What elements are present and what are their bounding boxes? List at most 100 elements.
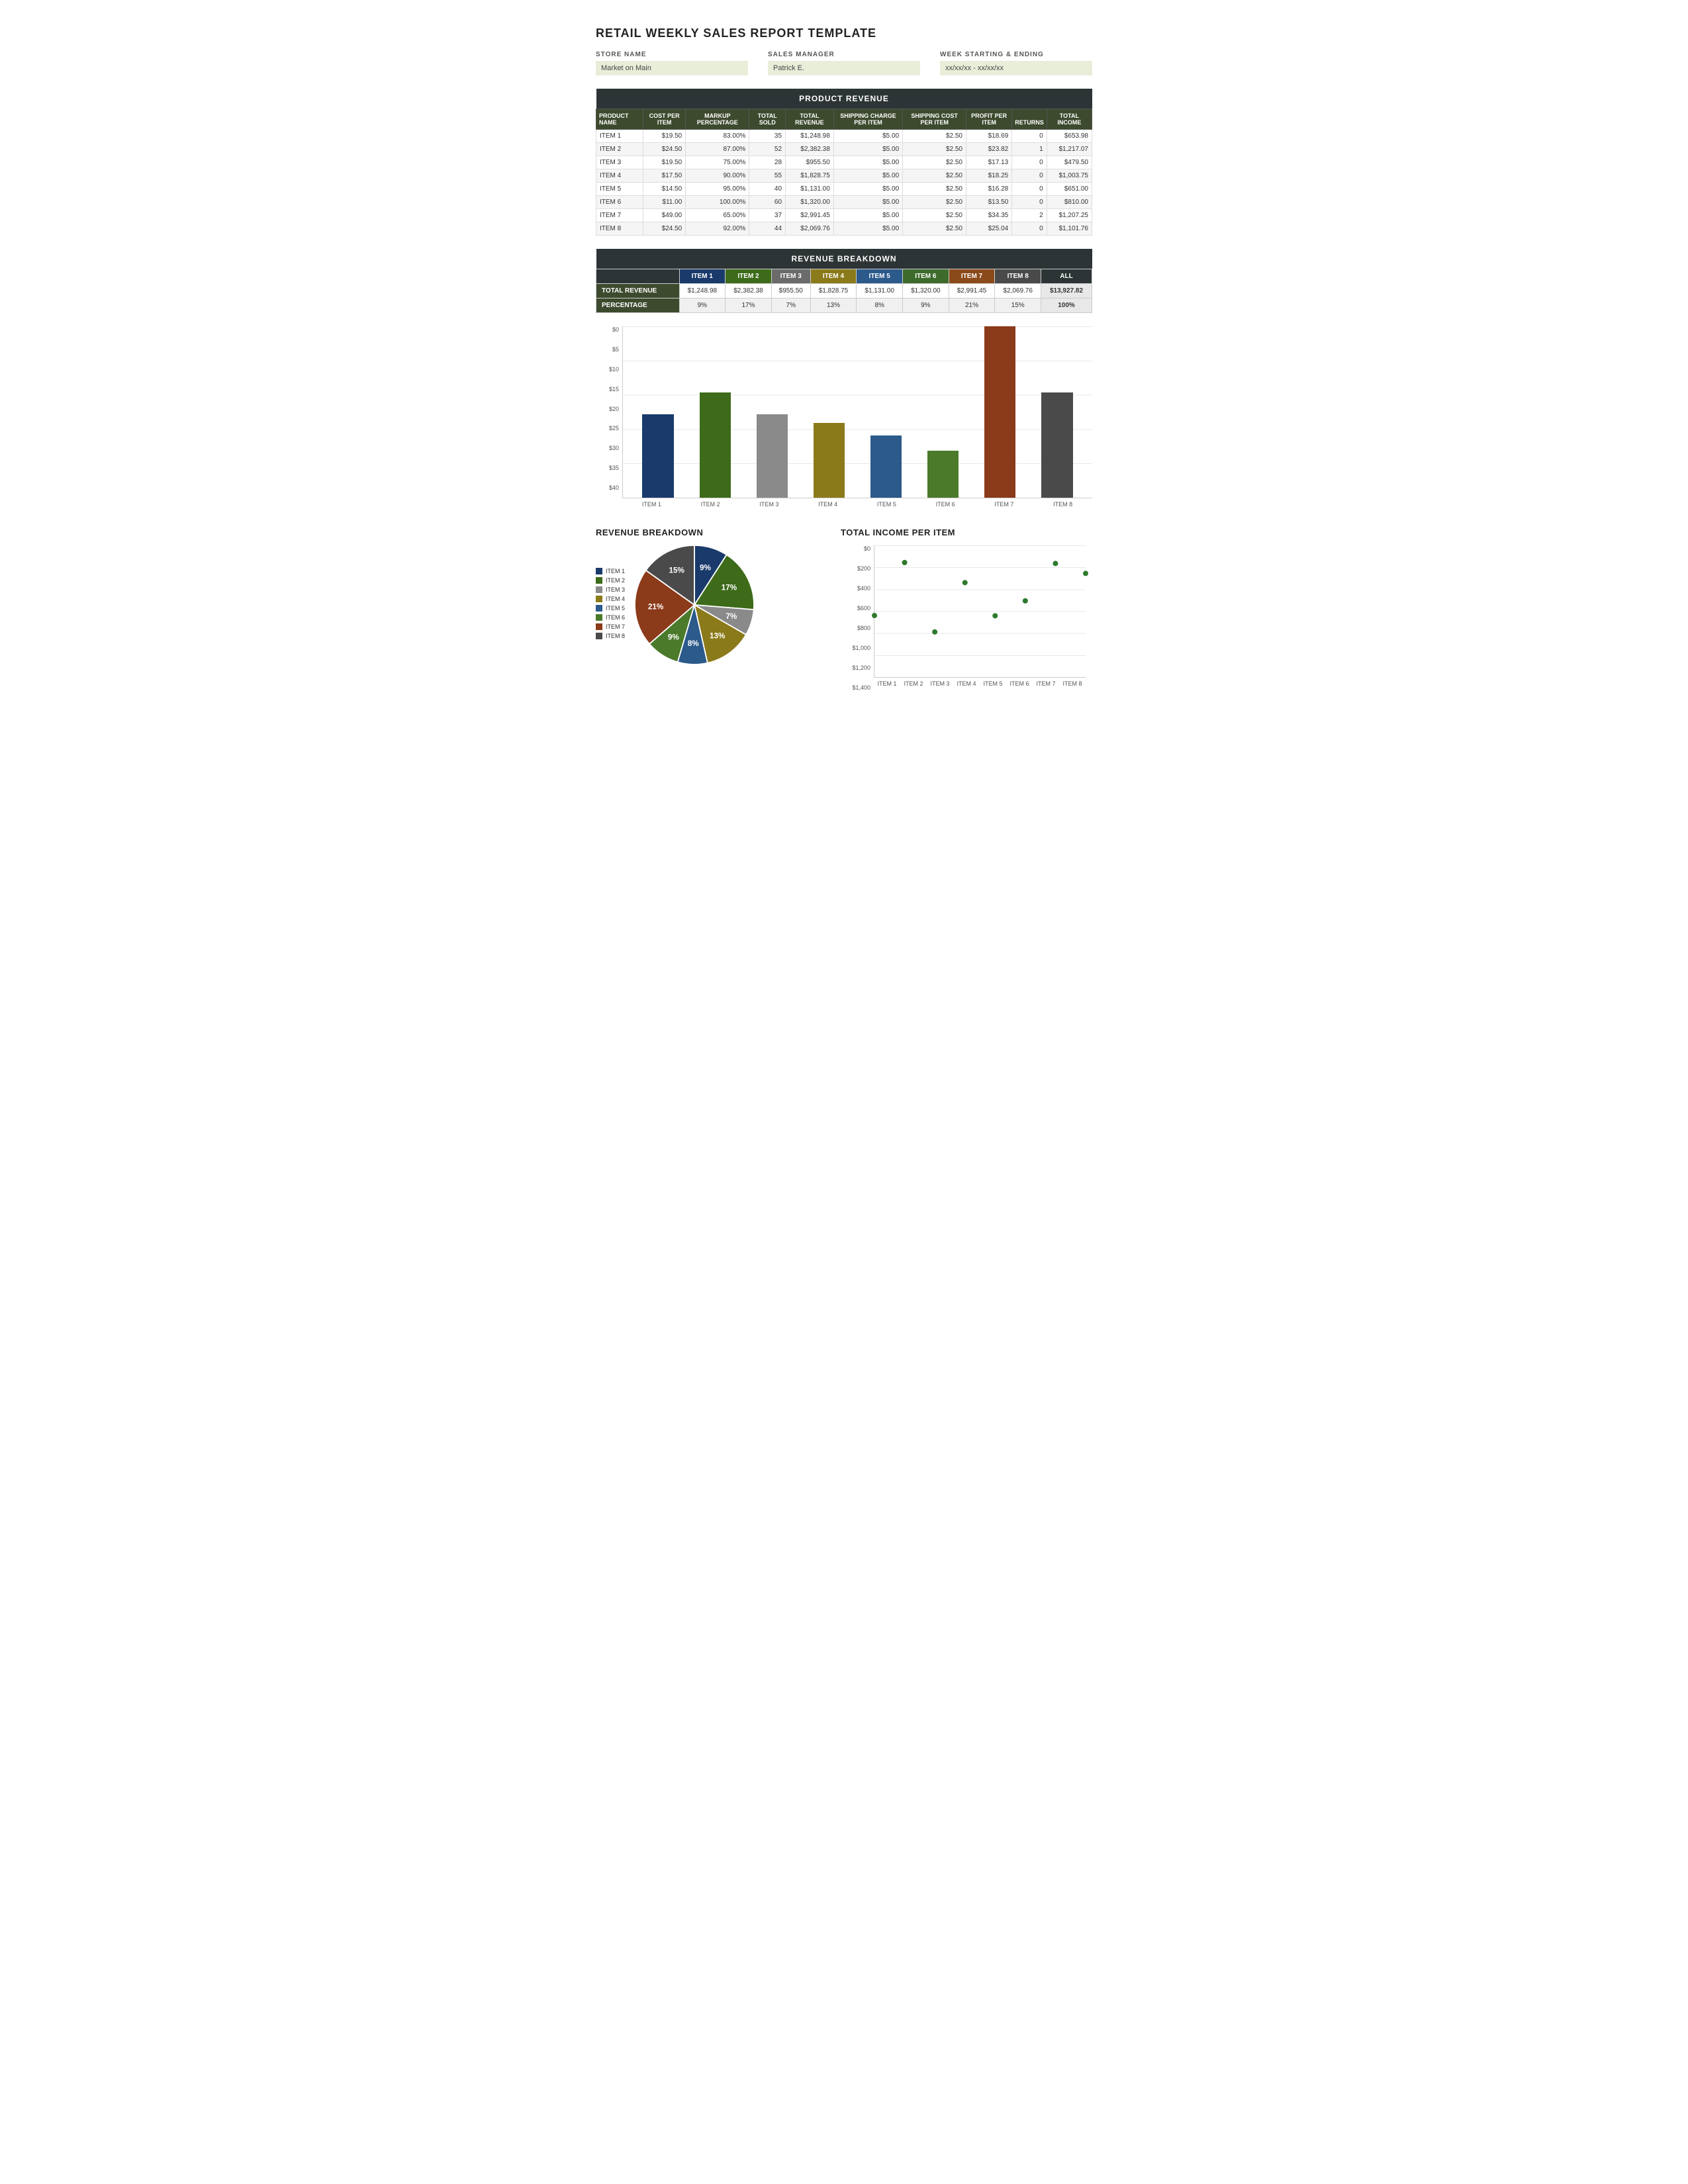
bar-group <box>972 326 1029 498</box>
bar-y-label: $40 <box>596 484 622 491</box>
line-x-label: ITEM 8 <box>1059 678 1086 687</box>
pie-label: 9% <box>700 563 712 572</box>
bar-x-label: ITEM 8 <box>1033 498 1092 508</box>
revenue-breakdown-table: REVENUE BREAKDOWNITEM 1ITEM 2ITEM 3ITEM … <box>596 249 1092 313</box>
cell-1-7: $23.82 <box>966 143 1012 156</box>
bar <box>870 435 902 498</box>
cell-1-8: 1 <box>1012 143 1047 156</box>
cell-2-3: 28 <box>749 156 786 169</box>
bar-group <box>915 326 972 498</box>
line-dot <box>1053 561 1058 566</box>
cell-1-2: 87.00% <box>686 143 749 156</box>
cell-3-1: $17.50 <box>643 169 686 183</box>
cell-6-7: $34.35 <box>966 209 1012 222</box>
revenue-val-0: $1,248.98 <box>679 284 726 298</box>
legend-item: ITEM 4 <box>596 596 625 602</box>
pct-val-4: 8% <box>857 298 903 313</box>
cell-7-3: 44 <box>749 222 786 236</box>
legend-label: ITEM 5 <box>606 605 625 612</box>
cell-7-9: $1,101.76 <box>1047 222 1092 236</box>
revenue-val-1: $2,382.38 <box>726 284 772 298</box>
bar-group <box>800 326 857 498</box>
breakdown-empty-header <box>596 269 680 284</box>
cell-1-3: 52 <box>749 143 786 156</box>
cell-7-1: $24.50 <box>643 222 686 236</box>
cell-1-0: ITEM 2 <box>596 143 643 156</box>
cell-6-1: $49.00 <box>643 209 686 222</box>
breakdown-col-0: ITEM 1 <box>679 269 726 284</box>
cell-0-0: ITEM 1 <box>596 130 643 143</box>
pct-val-2: 7% <box>771 298 810 313</box>
col-header-9: TOTAL INCOME <box>1047 109 1092 130</box>
cell-4-5: $5.00 <box>833 183 902 196</box>
bar-x-label: ITEM 6 <box>916 498 975 508</box>
cell-7-0: ITEM 8 <box>596 222 643 236</box>
cell-0-3: 35 <box>749 130 786 143</box>
line-y-label: $1,000 <box>841 645 874 651</box>
line-y-label: $800 <box>841 625 874 631</box>
bottom-charts: REVENUE BREAKDOWN ITEM 1ITEM 2ITEM 3ITEM… <box>596 527 1092 704</box>
bar <box>814 423 845 498</box>
bar-x-label: ITEM 3 <box>740 498 799 508</box>
cell-5-9: $810.00 <box>1047 196 1092 209</box>
revenue-val-3: $1,828.75 <box>810 284 857 298</box>
cell-0-9: $653.98 <box>1047 130 1092 143</box>
bar-y-label: $10 <box>596 366 622 373</box>
line-chart-y-labels: $1,400$1,200$1,000$800$600$400$200$0 <box>841 545 874 691</box>
table-row: ITEM 8$24.5092.00%44$2,069.76$5.00$2.50$… <box>596 222 1092 236</box>
pct-val-1: 17% <box>726 298 772 313</box>
cell-5-2: 100.00% <box>686 196 749 209</box>
pie-chart-svg: 9%17%7%13%8%9%21%15% <box>635 545 754 664</box>
cell-5-0: ITEM 6 <box>596 196 643 209</box>
legend-item: ITEM 6 <box>596 614 625 621</box>
breakdown-col-5: ITEM 6 <box>903 269 949 284</box>
cell-5-6: $2.50 <box>903 196 966 209</box>
pie-label: 17% <box>722 584 737 592</box>
week-label: WEEK STARTING & ENDING <box>940 51 1092 58</box>
meta-section: STORE NAME Market on Main SALES MANAGER … <box>596 51 1092 75</box>
revenue-val-2: $955.50 <box>771 284 810 298</box>
legend-color <box>596 586 602 593</box>
line-chart-svg <box>874 545 1086 677</box>
line-x-label: ITEM 3 <box>927 678 953 687</box>
cell-3-3: 55 <box>749 169 786 183</box>
line-x-label: ITEM 7 <box>1033 678 1059 687</box>
bar-y-label: $35 <box>596 465 622 471</box>
legend-color <box>596 623 602 630</box>
product-revenue-table: PRODUCT REVENUEPRODUCT NAMECOST PER ITEM… <box>596 89 1092 236</box>
cell-0-7: $18.69 <box>966 130 1012 143</box>
pie-label: 7% <box>726 612 737 621</box>
breakdown-col-6: ITEM 7 <box>949 269 995 284</box>
cell-6-8: 2 <box>1012 209 1047 222</box>
bar-x-label: ITEM 4 <box>798 498 857 508</box>
bar <box>757 414 788 498</box>
cell-3-6: $2.50 <box>903 169 966 183</box>
cell-5-3: 60 <box>749 196 786 209</box>
table-row: ITEM 6$11.00100.00%60$1,320.00$5.00$2.50… <box>596 196 1092 209</box>
pct-val-3: 13% <box>810 298 857 313</box>
store-name-value: Market on Main <box>596 61 748 75</box>
line-dot <box>872 613 877 618</box>
cell-4-6: $2.50 <box>903 183 966 196</box>
pie-chart-container: ITEM 1ITEM 2ITEM 3ITEM 4ITEM 5ITEM 6ITEM… <box>596 545 821 664</box>
cell-2-0: ITEM 3 <box>596 156 643 169</box>
breakdown-col-4: ITEM 5 <box>857 269 903 284</box>
cell-6-4: $2,991.45 <box>786 209 834 222</box>
cell-4-4: $1,131.00 <box>786 183 834 196</box>
line-dot <box>1083 570 1088 576</box>
line-chart-section: TOTAL INCOME PER ITEM $1,400$1,200$1,000… <box>841 527 1092 704</box>
bar <box>927 451 959 498</box>
cell-2-2: 75.00% <box>686 156 749 169</box>
cell-3-7: $18.25 <box>966 169 1012 183</box>
store-name-label: STORE NAME <box>596 51 748 58</box>
breakdown-col-1: ITEM 2 <box>726 269 772 284</box>
cell-2-8: 0 <box>1012 156 1047 169</box>
legend-label: ITEM 4 <box>606 596 625 602</box>
cell-3-4: $1,828.75 <box>786 169 834 183</box>
col-header-7: PROFIT PER ITEM <box>966 109 1012 130</box>
breakdown-col-7: ITEM 8 <box>995 269 1041 284</box>
line-x-label: ITEM 6 <box>1006 678 1033 687</box>
legend-item: ITEM 8 <box>596 633 625 639</box>
pct-val-6: 21% <box>949 298 995 313</box>
line-y-label: $1,200 <box>841 664 874 671</box>
